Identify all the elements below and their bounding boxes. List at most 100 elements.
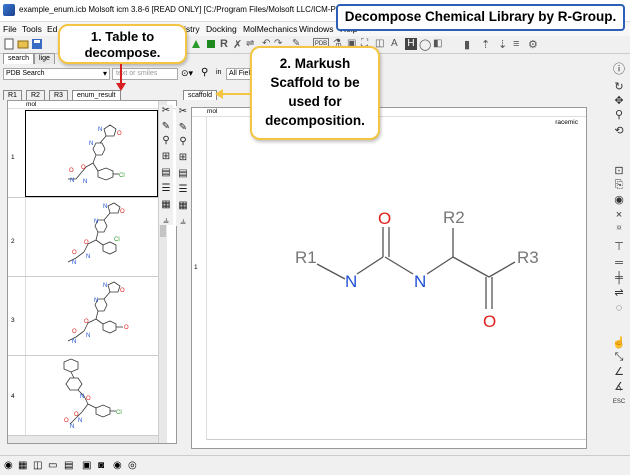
open-folder-icon[interactable]: [17, 38, 29, 50]
layout-icon[interactable]: ⊡: [612, 164, 626, 178]
svg-text:N: N: [72, 339, 76, 345]
svg-text:N: N: [103, 283, 107, 289]
zoom-icon[interactable]: ⚲: [612, 108, 626, 122]
bond-n-c: [356, 256, 384, 275]
record-icon[interactable]: ◉: [4, 460, 13, 471]
align-top-icon[interactable]: ⊤: [612, 240, 626, 254]
delete-x-icon[interactable]: ✗: [233, 38, 245, 51]
svg-text:N: N: [98, 127, 102, 133]
table-header-mol[interactable]: mol: [8, 101, 176, 109]
tile-icon[interactable]: ▣: [82, 460, 91, 471]
menu-docking[interactable]: Docking: [206, 24, 237, 34]
lasso-icon[interactable]: ◌: [612, 301, 626, 315]
row-number: 2: [11, 238, 15, 245]
escape-icon[interactable]: ESC: [612, 395, 626, 409]
svg-text:N: N: [70, 424, 74, 430]
angle-icon[interactable]: ∠: [612, 365, 626, 379]
menu-molmechanics[interactable]: MolMechanics: [243, 24, 297, 34]
right-toolstrip: ⓘ ↻ ✥ ⚲ ⟲ ⊡ ⎘ ◉ × ᵡᵡ ⊤ ═ ╪ ⇌ ◌ ☝ ⤡ ∠ ∡ E…: [606, 60, 630, 455]
dihedral-icon[interactable]: ∡: [612, 380, 626, 394]
molecule-cell[interactable]: O O O N N N Cl: [25, 356, 158, 436]
scale-icon[interactable]: ᵡᵡ: [612, 222, 626, 236]
new-file-icon[interactable]: [3, 38, 15, 50]
molecule-cell[interactable]: O O O N N N N Cl: [25, 198, 158, 276]
table-horizontal-scrollbar[interactable]: [8, 435, 158, 443]
stack-icon[interactable]: ≡: [513, 38, 525, 50]
callout-scaffold: 2. Markush Scaffold to be used for decom…: [250, 46, 380, 140]
menu-tools[interactable]: Tools: [22, 24, 42, 34]
layers-icon[interactable]: ▤: [64, 460, 73, 471]
tab-scaffold[interactable]: scaffold: [183, 90, 217, 100]
menu-windows[interactable]: Windows: [299, 24, 333, 34]
align-up-icon[interactable]: ⇡: [481, 38, 493, 51]
hierarchy-icon[interactable]: ⊞: [177, 152, 189, 164]
wrench-icon[interactable]: ✂: [177, 106, 189, 118]
table-row[interactable]: 4 O O O N N N Cl: [8, 356, 158, 436]
chart-icon[interactable]: ⫨: [160, 215, 172, 227]
split-view-icon[interactable]: ◫: [33, 460, 42, 471]
table-row[interactable]: 1 O O O N N N N Cl: [8, 110, 158, 198]
style-icon[interactable]: ◉: [612, 193, 626, 207]
bond-double-icon[interactable]: ═: [612, 256, 626, 270]
in-label: in: [216, 69, 222, 76]
align-left-icon[interactable]: ▮: [464, 38, 476, 51]
enum-result-table: mol 1 O O O N N N N Cl 2 O O O N N N N C…: [7, 100, 177, 444]
tab-enum-result[interactable]: enum_result: [72, 90, 121, 100]
edit-pencil-icon[interactable]: ✎: [177, 122, 189, 134]
cross-icon[interactable]: ╪: [612, 271, 626, 285]
menu-file[interactable]: File: [3, 24, 17, 34]
tab-ligand[interactable]: lige: [34, 53, 55, 64]
tab-search[interactable]: search: [3, 53, 35, 64]
copy-icon[interactable]: ⎘: [612, 178, 626, 192]
view-eye-icon[interactable]: ◉: [113, 460, 122, 471]
list-icon[interactable]: ☰: [177, 184, 189, 196]
callout-scaffold-text: 2. Markush Scaffold to be used for decom…: [265, 56, 365, 128]
save-icon[interactable]: [31, 38, 43, 50]
panel-icon[interactable]: ▭: [48, 460, 57, 471]
info-icon[interactable]: ⓘ: [612, 62, 626, 76]
rotate-icon[interactable]: ↻: [612, 80, 626, 94]
binoculars-icon[interactable]: ⚲: [201, 67, 208, 78]
move-icon[interactable]: ✥: [612, 94, 626, 108]
table-row[interactable]: 2 O O O N N N N Cl: [8, 198, 158, 277]
ring-icon[interactable]: ◎: [128, 460, 137, 471]
tab-r2[interactable]: R2: [26, 90, 45, 100]
list-icon[interactable]: ☰: [160, 183, 172, 195]
hand-icon[interactable]: ☝: [612, 336, 626, 350]
chart-icon[interactable]: ⫨: [177, 216, 189, 228]
flip-icon[interactable]: ⇌: [612, 286, 626, 300]
align-down-icon[interactable]: ⇣: [498, 38, 510, 51]
measure-icon[interactable]: ⤡: [612, 350, 626, 364]
chemistry-tool-icon[interactable]: [190, 38, 202, 50]
settings-gear-icon[interactable]: ⚙: [528, 38, 540, 51]
scaffold-cell[interactable]: R1 N O N R2 R3 O: [206, 117, 586, 440]
search-options-icon[interactable]: ⊙▾: [181, 68, 193, 79]
grid-icon[interactable]: ▦: [177, 200, 189, 212]
wrench-icon[interactable]: ✂: [160, 105, 172, 117]
tab-r1[interactable]: R1: [3, 90, 22, 100]
edit-pencil-icon[interactable]: ✎: [160, 121, 172, 133]
menu-edit[interactable]: Ed: [47, 24, 57, 34]
hb-icon[interactable]: H: [405, 38, 417, 50]
grid-view-icon[interactable]: ▦: [18, 460, 27, 471]
camera-icon[interactable]: ◙: [98, 460, 104, 471]
tab-r3[interactable]: R3: [49, 90, 68, 100]
r-group-icon[interactable]: R: [220, 38, 232, 50]
svg-text:N: N: [86, 333, 90, 339]
binoculars-tool-icon[interactable]: ⚲: [160, 135, 172, 147]
text-icon[interactable]: A: [391, 38, 403, 50]
database-select[interactable]: PDB Search: [3, 68, 110, 80]
binoculars-tool-icon[interactable]: ⚲: [177, 136, 189, 148]
rotate-3d-icon[interactable]: ⟲: [612, 124, 626, 138]
table-row[interactable]: 3 O O O O N N N N: [8, 277, 158, 356]
table-icon[interactable]: ▤: [177, 168, 189, 180]
hierarchy-icon[interactable]: ⊞: [160, 151, 172, 163]
close-x-icon[interactable]: ×: [612, 208, 626, 222]
table-icon[interactable]: ▤: [160, 167, 172, 179]
molecule-green-icon[interactable]: [205, 38, 217, 50]
sphere-icon[interactable]: ◯: [419, 38, 431, 51]
molecule-cell[interactable]: O O O N N N N Cl: [25, 110, 158, 197]
molecule-cell[interactable]: O O O O N N N N: [25, 277, 158, 355]
display-icon[interactable]: ◧: [433, 38, 445, 50]
grid-icon[interactable]: ▦: [160, 199, 172, 211]
